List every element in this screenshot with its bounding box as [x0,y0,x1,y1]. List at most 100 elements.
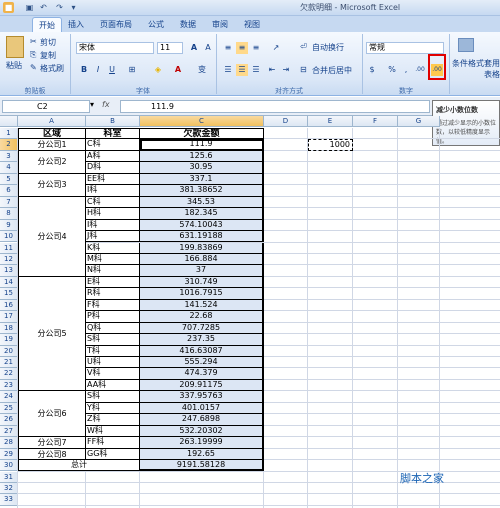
column-header-e[interactable]: E [308,116,353,127]
copy-icon[interactable]: ⎘ [30,50,36,60]
amount-cell[interactable]: 707.7285 [140,322,264,335]
dept-cell[interactable]: EE科 [86,173,140,186]
dept-cell[interactable]: I科 [86,219,140,232]
amount-cell[interactable]: 555.294 [140,357,264,369]
tab-data[interactable]: 数据 [174,17,202,32]
region-cell[interactable]: 分公司6 [18,391,86,438]
align-middle-icon[interactable]: ≡ [236,42,248,54]
row-header-11[interactable]: 11 [0,242,18,254]
amount-cell[interactable]: 30.95 [140,162,264,174]
dept-cell[interactable]: K科 [86,242,140,254]
undo-icon[interactable]: ↶ [38,2,49,13]
row-header-24[interactable]: 24 [0,391,18,403]
row-header-20[interactable]: 20 [0,345,18,357]
grow-font-button[interactable]: A [188,42,200,54]
region-cell[interactable]: 分公司8 [18,448,86,461]
decrease-decimal-button[interactable]: .00 [431,64,443,76]
tab-page-layout[interactable]: 页面布局 [94,17,138,32]
decrease-indent-icon[interactable]: ⇤ [266,64,278,76]
amount-cell[interactable]: 199.83869 [140,242,264,254]
cut-button[interactable]: 剪切 [40,37,56,48]
formula-input[interactable]: 111.9 [120,100,430,113]
header-dept[interactable]: 科室 [86,128,140,140]
tab-review[interactable]: 审阅 [206,17,234,32]
borders-icon[interactable]: ⊞ [126,64,138,76]
column-header-d[interactable]: D [264,116,308,127]
name-box-dropdown-icon[interactable]: ▾ [90,100,94,109]
row-header-6[interactable]: 6 [0,185,18,197]
dept-cell[interactable]: Q科 [86,322,140,335]
insert-function-button[interactable]: fx [102,100,110,109]
font-color-icon[interactable]: A [172,64,184,76]
accounting-format-icon[interactable]: $ [366,64,378,76]
redo-icon[interactable]: ↷ [54,2,65,13]
save-icon[interactable]: ▣ [24,2,35,13]
row-header-10[interactable]: 10 [0,231,18,243]
format-as-table-button[interactable]: 套用表格 [484,58,500,80]
wrap-text-icon[interactable]: ⏎ [300,42,307,51]
dept-cell[interactable]: D科 [86,162,140,174]
row-header-26[interactable]: 26 [0,414,18,426]
dept-cell[interactable]: T科 [86,345,140,357]
amount-cell[interactable]: 474.379 [140,368,264,380]
dept-cell[interactable]: E科 [86,276,140,289]
font-size-combo[interactable]: 11 [157,42,183,54]
dept-cell[interactable]: M科 [86,253,140,266]
row-header-32[interactable]: 32 [0,482,18,495]
percent-button[interactable]: % [386,64,398,76]
comma-style-button[interactable]: , [400,64,412,76]
row-header-22[interactable]: 22 [0,368,18,380]
column-header-g[interactable]: G [398,116,440,127]
column-header-c[interactable]: C [140,116,264,127]
row-header-33[interactable]: 33 [0,494,18,506]
amount-cell[interactable]: 574.10043 [140,219,264,232]
row-header-15[interactable]: 15 [0,288,18,300]
phonetic-button[interactable]: 变 [196,64,208,76]
dept-cell[interactable]: F科 [86,299,140,312]
select-all-corner[interactable] [0,116,18,127]
dept-cell[interactable]: R科 [86,288,140,300]
dept-cell[interactable]: N科 [86,265,140,277]
region-cell[interactable]: 分公司7 [18,437,86,449]
dept-cell[interactable]: Z科 [86,414,140,426]
region-cell[interactable]: 分公司2 [18,150,86,174]
wrap-text-button[interactable]: 自动换行 [312,42,344,53]
total-label[interactable]: 总计 [18,460,140,472]
tab-insert[interactable]: 插入 [62,17,90,32]
cell-e2[interactable]: 1000 [308,139,353,151]
row-header-27[interactable]: 27 [0,425,18,438]
amount-cell[interactable]: 141.524 [140,299,264,312]
active-cell-c2[interactable] [140,139,264,151]
row-header-1[interactable]: 1 [0,128,18,140]
tab-view[interactable]: 视图 [238,17,266,32]
copy-button[interactable]: 复制 [40,50,56,61]
increase-indent-icon[interactable]: ⇥ [280,64,292,76]
dept-cell[interactable]: S科 [86,334,140,346]
amount-cell[interactable]: 631.19188 [140,231,264,243]
row-header-13[interactable]: 13 [0,265,18,277]
row-header-30[interactable]: 30 [0,460,18,472]
amount-cell[interactable]: 416.63087 [140,345,264,357]
row-header-17[interactable]: 17 [0,311,18,323]
number-format-combo[interactable]: 常规 [366,42,444,54]
fill-color-icon[interactable]: ◈ [152,64,164,76]
align-center-icon[interactable]: ☰ [236,64,248,76]
tab-formulas[interactable]: 公式 [142,17,170,32]
region-cell[interactable]: 分公司1 [18,139,86,151]
column-header-a[interactable]: A [18,116,86,127]
dept-cell[interactable]: GG科 [86,448,140,461]
quick-access-dropdown-icon[interactable]: ▾ [68,2,79,13]
row-header-16[interactable]: 16 [0,299,18,312]
cut-icon[interactable]: ✂ [30,37,37,46]
column-header-f[interactable]: F [353,116,398,127]
conditional-format-icon[interactable] [458,38,474,52]
row-header-2[interactable]: 2 [0,139,18,151]
row-header-9[interactable]: 9 [0,219,18,232]
amount-cell[interactable]: 263.19999 [140,437,264,449]
dept-cell[interactable]: Y科 [86,402,140,415]
amount-cell[interactable]: 337.95763 [140,391,264,403]
region-cell[interactable]: 分公司4 [18,196,86,277]
row-header-23[interactable]: 23 [0,379,18,392]
row-header-8[interactable]: 8 [0,208,18,220]
paste-icon[interactable] [6,36,24,58]
